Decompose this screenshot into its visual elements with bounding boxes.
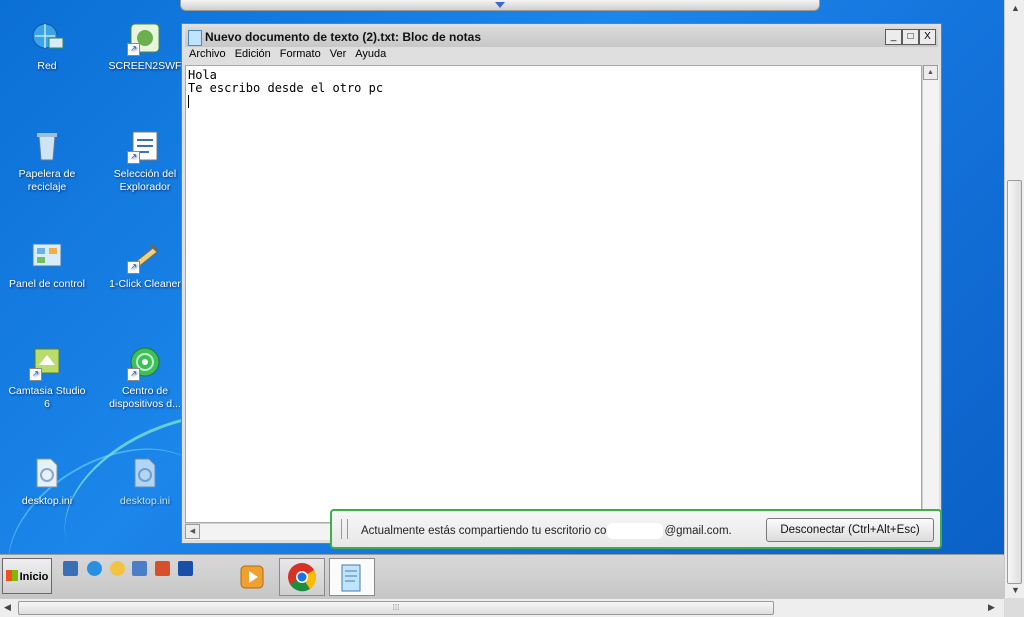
menu-ayuda[interactable]: Ayuda [351,46,391,60]
scroll-left-icon[interactable]: ◀ [185,524,200,539]
email-domain: @gmail.com. [664,525,732,538]
horizontal-scroll-thumb[interactable]: ⁞⁞⁞ [18,601,774,615]
title-bar[interactable]: Nuevo documento de texto (2).txt: Bloc d… [185,27,938,47]
chrome-icon [288,563,317,592]
desktop-icon-label: desktop.ini [21,495,73,507]
grip-handle[interactable] [341,519,348,539]
notepad-window[interactable]: Nuevo documento de texto (2).txt: Bloc d… [181,23,942,544]
desktop-icon-desktop-ini[interactable]: desktop.ini [103,455,187,508]
notepad-icon [341,564,361,592]
desktop-icon-desktop-ini[interactable]: desktop.ini [5,455,89,508]
control-panel-icon [29,238,65,274]
chevron-down-icon [495,2,505,8]
menu-ver[interactable]: Ver [326,46,352,60]
app-icon[interactable] [155,561,170,576]
disconnect-button[interactable]: Desconectar (Ctrl+Alt+Esc) [766,518,934,542]
windows-logo-icon [5,569,18,581]
share-message: Actualmente estás compartiendo tu escrit… [361,523,732,539]
media-icon[interactable] [132,561,147,576]
messenger-icon[interactable] [110,561,125,576]
start-label: Inicio [19,570,49,583]
show-desktop-icon[interactable] [63,561,78,576]
recycle-bin-icon [29,128,65,164]
viewer-vertical-scrollbar[interactable]: ▲ ▼ [1004,0,1024,598]
camtasia-icon: ↗ [29,345,65,381]
text-editor[interactable]: Hola Te escribo desde el otro pc [185,65,922,523]
close-button[interactable]: X [919,29,936,45]
share-message-prefix: Actualmente estás compartiendo tu escrit… [361,525,607,538]
scroll-down-icon[interactable]: ▼ [1011,585,1020,595]
desktop-icon-label: Camtasia Studio 6 [8,385,86,410]
scroll-up-icon[interactable]: ▲ [923,65,938,80]
desktop-icon-label: Papelera de reciclaje [18,168,76,193]
desktop-icon-label: Centro de dispositivos d... [109,385,181,410]
menu-archivo[interactable]: Archivo [185,46,231,60]
ini-file-icon [29,455,65,491]
screen-share-bar: Actualmente estás compartiendo tu escrit… [330,509,942,549]
menu-edicion[interactable]: Edición [231,46,276,60]
vertical-scrollbar[interactable]: ▲ [922,65,939,523]
explorer-selection-icon: ↗ [127,128,163,164]
remote-control-handle[interactable] [180,0,820,11]
window-title: Nuevo documento de texto (2).txt: Bloc d… [205,30,482,44]
taskbar-media-player[interactable] [231,558,277,596]
desktop-icon-device-center[interactable]: ↗ Centro de dispositivos d... [103,345,187,411]
minimize-button[interactable]: _ [885,29,902,45]
menu-formato[interactable]: Formato [276,46,326,60]
ini-file-icon [127,455,163,491]
desktop-icon-camtasia[interactable]: ↗ Camtasia Studio 6 [5,345,89,411]
taskbar: Inicio [0,554,1004,598]
desktop-icon-label: Selección del Explorador [113,168,177,193]
taskbar-notepad[interactable] [329,558,375,596]
desktop-icon-cleaner[interactable]: ↗ 1-Click Cleaner [103,238,187,291]
start-button[interactable]: Inicio [2,558,52,594]
cleaner-icon: ↗ [127,238,163,274]
notepad-icon [188,30,202,46]
maximize-button[interactable]: □ [902,29,919,45]
desktop-icon-label: 1-Click Cleaner [109,278,181,290]
desktop-icon-recycle-bin[interactable]: Papelera de reciclaje [5,128,89,194]
desktop-icon-network[interactable]: Red [5,20,89,73]
app-icon[interactable] [178,561,193,576]
desktop-icon-label: Panel de control [9,278,85,290]
vertical-scroll-thumb[interactable] [1007,180,1022,584]
network-icon [29,20,65,56]
taskbar-chrome[interactable] [279,558,325,596]
scroll-right-icon[interactable]: ▶ [988,602,995,613]
internet-explorer-icon[interactable] [87,561,102,576]
desktop-icon-screen2swf[interactable]: ↗ SCREEN2SWF [103,20,187,73]
text-line: Te escribo desde el otro pc [188,81,384,95]
desktop-icon-label: Red [37,60,57,72]
menu-bar: Archivo Edición Formato Ver Ayuda [185,46,938,64]
desktop-icon-control-panel[interactable]: Panel de control [5,238,89,291]
viewer-horizontal-scrollbar[interactable]: ◀ ⁞⁞⁞ ▶ [0,598,1004,617]
screen2swf-icon: ↗ [127,20,163,56]
desktop-icon-label: desktop.ini [119,495,171,507]
scroll-up-icon[interactable]: ▲ [1011,3,1020,13]
text-caret [188,95,921,111]
remote-desktop-viewport: Red ↗ SCREEN2SWF Papelera de reciclaje ↗… [0,0,1004,598]
desktop-icon-explorer-selection[interactable]: ↗ Selección del Explorador [103,128,187,194]
redacted-email [607,523,664,539]
scroll-left-icon[interactable]: ◀ [4,602,11,613]
desktop-icon-label: SCREEN2SWF [108,60,182,72]
device-center-icon: ↗ [127,345,163,381]
